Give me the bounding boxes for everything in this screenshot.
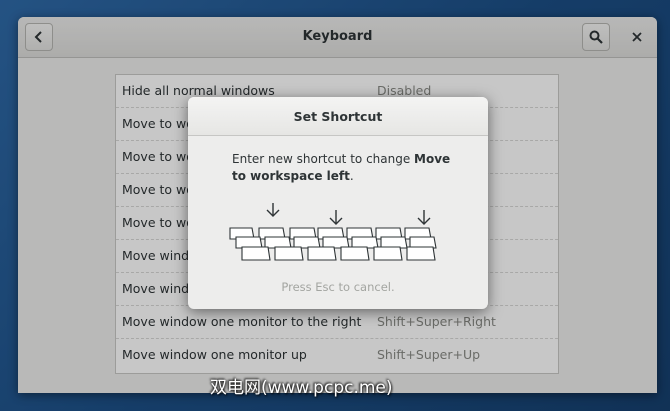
dialog-message: Enter new shortcut to change Move to wor…: [232, 151, 462, 185]
message-prefix: Enter new shortcut to change: [232, 152, 415, 166]
dialog-title: Set Shortcut: [293, 109, 383, 124]
cancel-hint: Press Esc to cancel.: [281, 280, 395, 294]
dialog-header: Set Shortcut: [188, 97, 488, 136]
message-suffix: .: [349, 169, 354, 183]
watermark-text: 双电网(www.pcpc.me): [210, 378, 393, 398]
keyboard-illustration-icon: [229, 203, 437, 261]
set-shortcut-dialog: Set Shortcut Enter new shortcut to chang…: [188, 97, 488, 309]
